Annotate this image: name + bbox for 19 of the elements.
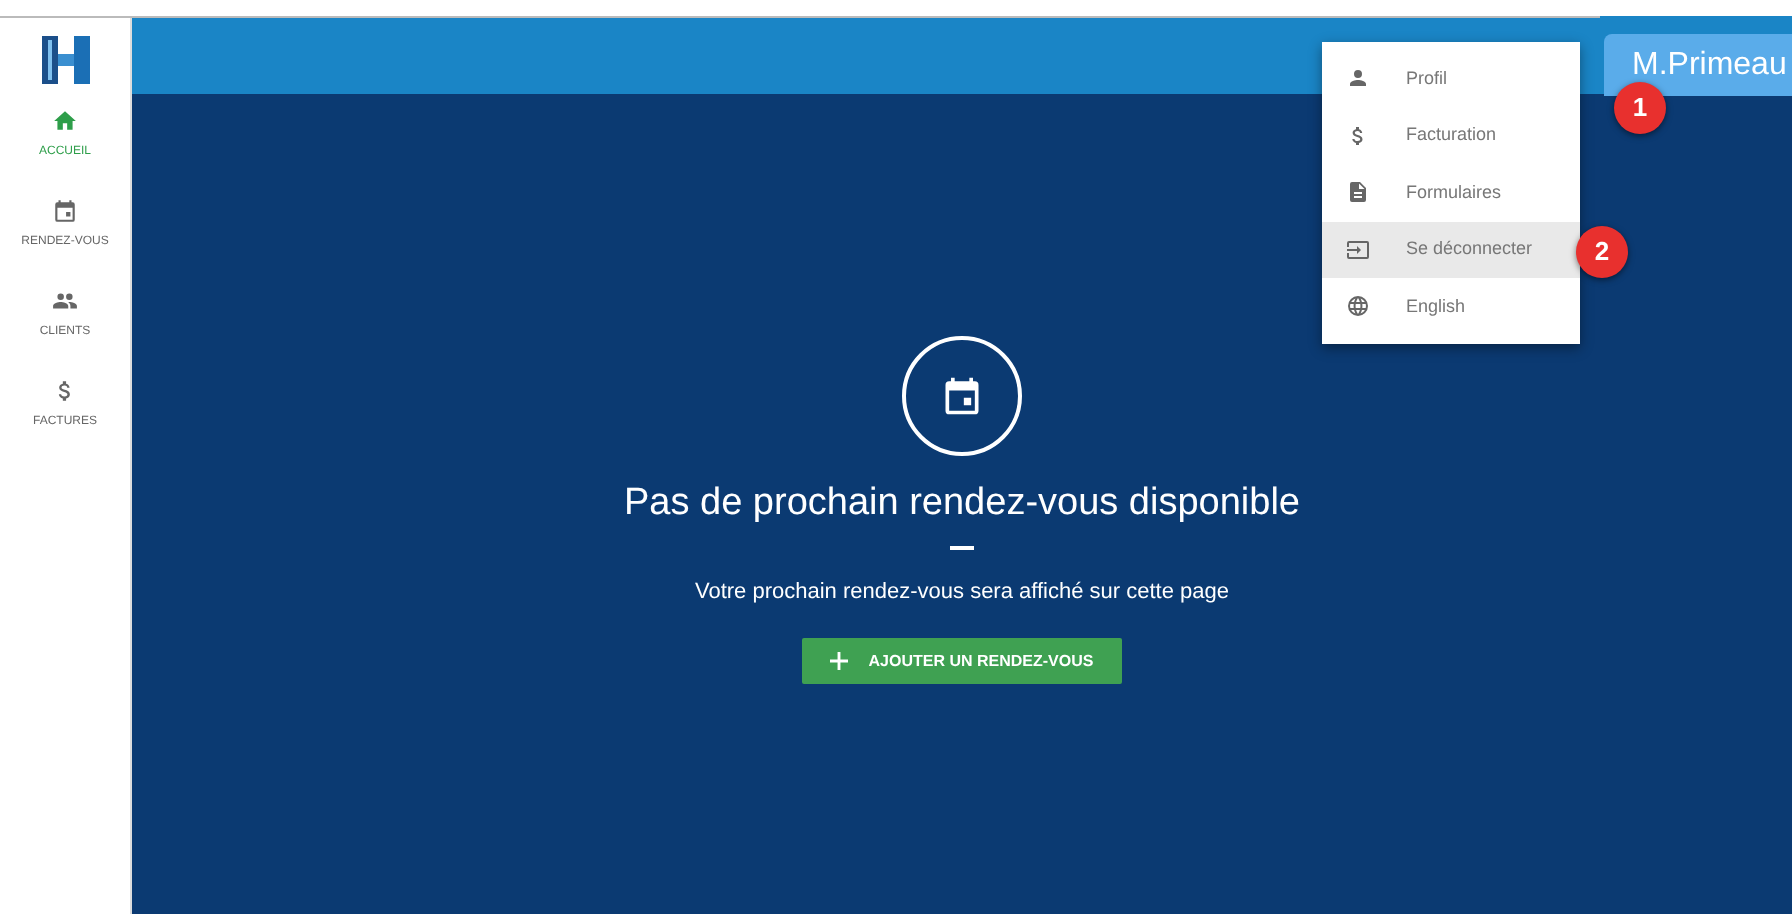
exit-icon bbox=[1346, 237, 1370, 262]
menu-item[interactable]: English bbox=[1322, 278, 1580, 335]
add-appointment-button[interactable]: AJOUTER UN RENDEZ-VOUS bbox=[802, 638, 1122, 684]
menu-item[interactable]: Formulaires bbox=[1322, 164, 1580, 221]
empty-state-title: Pas de prochain rendez-vous disponible bbox=[624, 480, 1300, 528]
document-icon bbox=[1346, 180, 1370, 205]
calendar-icon bbox=[902, 336, 1022, 456]
home-icon bbox=[52, 108, 78, 134]
person-icon bbox=[1346, 66, 1370, 91]
calendar-icon bbox=[52, 198, 78, 224]
plus-icon bbox=[830, 652, 849, 670]
empty-state-message: Votre prochain rendez-vous sera affiché sur cette page bbox=[694, 577, 1229, 607]
people-icon bbox=[52, 288, 78, 314]
menu-item[interactable]: Facturation bbox=[1322, 107, 1580, 164]
logo-icon bbox=[39, 36, 91, 84]
menu-item[interactable]: Se déconnecter bbox=[1322, 221, 1580, 278]
menu-item[interactable]: Profil bbox=[1322, 50, 1580, 107]
user-menu-button[interactable]: M.Primeau bbox=[1604, 34, 1792, 96]
globe-icon bbox=[1346, 294, 1370, 319]
